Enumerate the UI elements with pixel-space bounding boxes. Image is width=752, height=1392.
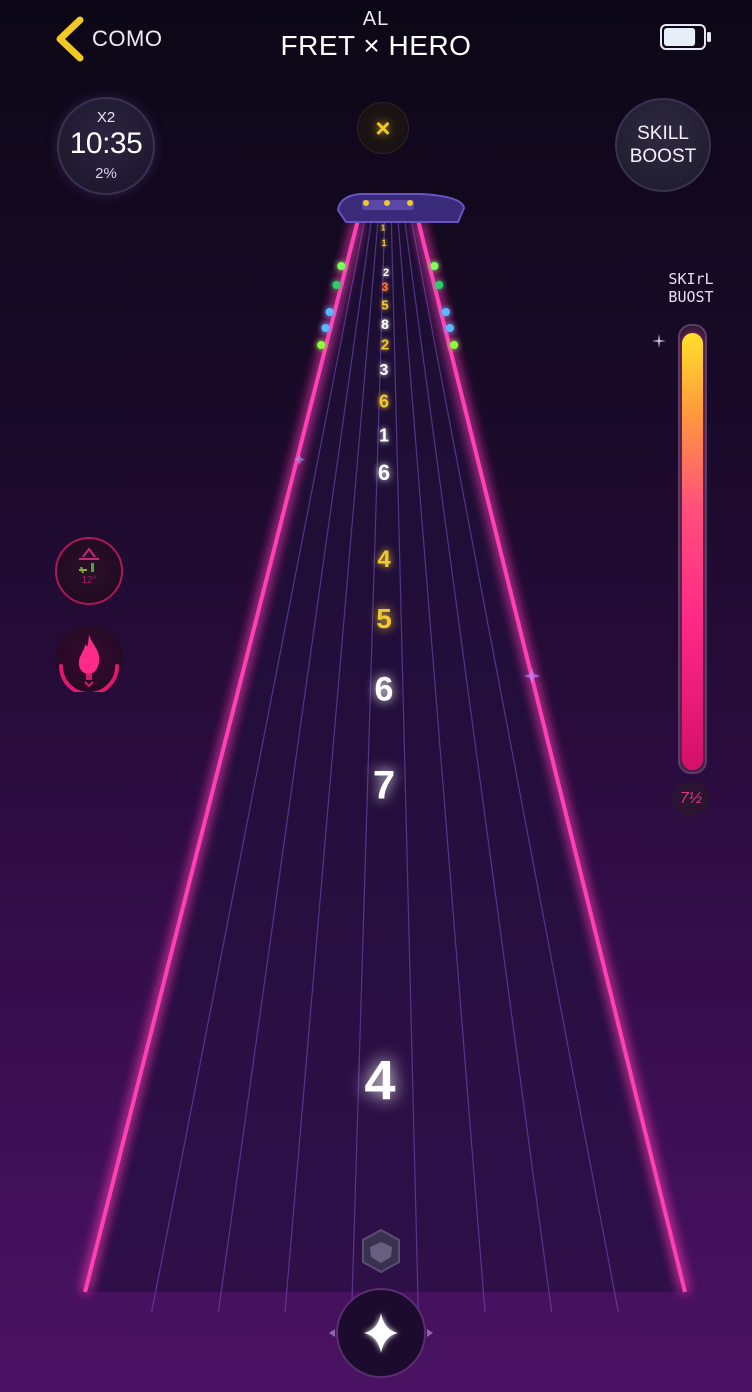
- fret-marker-dot: [332, 281, 341, 289]
- sparkle-icon: [652, 334, 666, 348]
- meter-label-line2: BUOST: [668, 288, 714, 306]
- fret-marker-dot: [317, 341, 326, 349]
- fret-marker-dot: [337, 262, 346, 270]
- fret-marker-dot: [325, 308, 334, 316]
- chord-helper-button[interactable]: 12°: [55, 537, 123, 605]
- multiplier: X2: [96, 109, 116, 126]
- fire-power-button[interactable]: [55, 626, 123, 692]
- skill-meter-value: 7½: [672, 782, 710, 816]
- fretboard-surface: [85, 220, 685, 1292]
- guitar-headstock: [336, 193, 466, 223]
- title-top: AL: [362, 8, 390, 30]
- back-label: COMO: [92, 26, 163, 51]
- accuracy-percent: 2%: [95, 165, 117, 182]
- fret-marker-dot: [321, 324, 330, 332]
- game-stage: 1123582361645674 COMO AL FRET × HERO X2 …: [0, 0, 752, 1392]
- battery-icon: [660, 24, 711, 50]
- close-button[interactable]: ×: [357, 102, 409, 154]
- fretboard: [83, 193, 687, 1378]
- fret-marker-dot: [450, 341, 459, 349]
- score-timer: X2 10:35 2%: [57, 97, 155, 195]
- tuning-peg: [363, 200, 369, 206]
- star-button[interactable]: [329, 1288, 433, 1378]
- title-main: FRET × HERO: [280, 30, 472, 61]
- back-button[interactable]: COMO: [52, 14, 162, 64]
- skill-meter: [678, 324, 707, 774]
- fret-marker-dot: [445, 324, 454, 332]
- tuning-peg: [407, 200, 413, 206]
- shield-icon: [362, 1228, 400, 1274]
- chevron-left-icon: [56, 16, 84, 62]
- fret-marker-dot: [430, 262, 439, 270]
- timer-value: 10:35: [69, 127, 143, 160]
- close-icon: ×: [375, 112, 391, 143]
- game-title: AL FRET × HERO: [226, 8, 526, 62]
- fret-marker-dot: [441, 308, 450, 316]
- chord-caption: 12°: [81, 575, 97, 586]
- skill-meter-fill: [682, 332, 703, 770]
- skill-button-line2: BOOST: [629, 146, 697, 167]
- skill-button-line1: SKILL: [637, 123, 689, 144]
- skill-meter-label: SKIrL BUOST: [660, 270, 722, 306]
- skill-boost-button[interactable]: SKILL BOOST: [615, 98, 711, 192]
- chord-icon: [79, 547, 99, 574]
- fret-marker-dot: [435, 281, 444, 289]
- meter-label-line1: SKIrL: [668, 270, 714, 288]
- flame-icon: [59, 634, 119, 692]
- tuning-peg: [384, 200, 390, 206]
